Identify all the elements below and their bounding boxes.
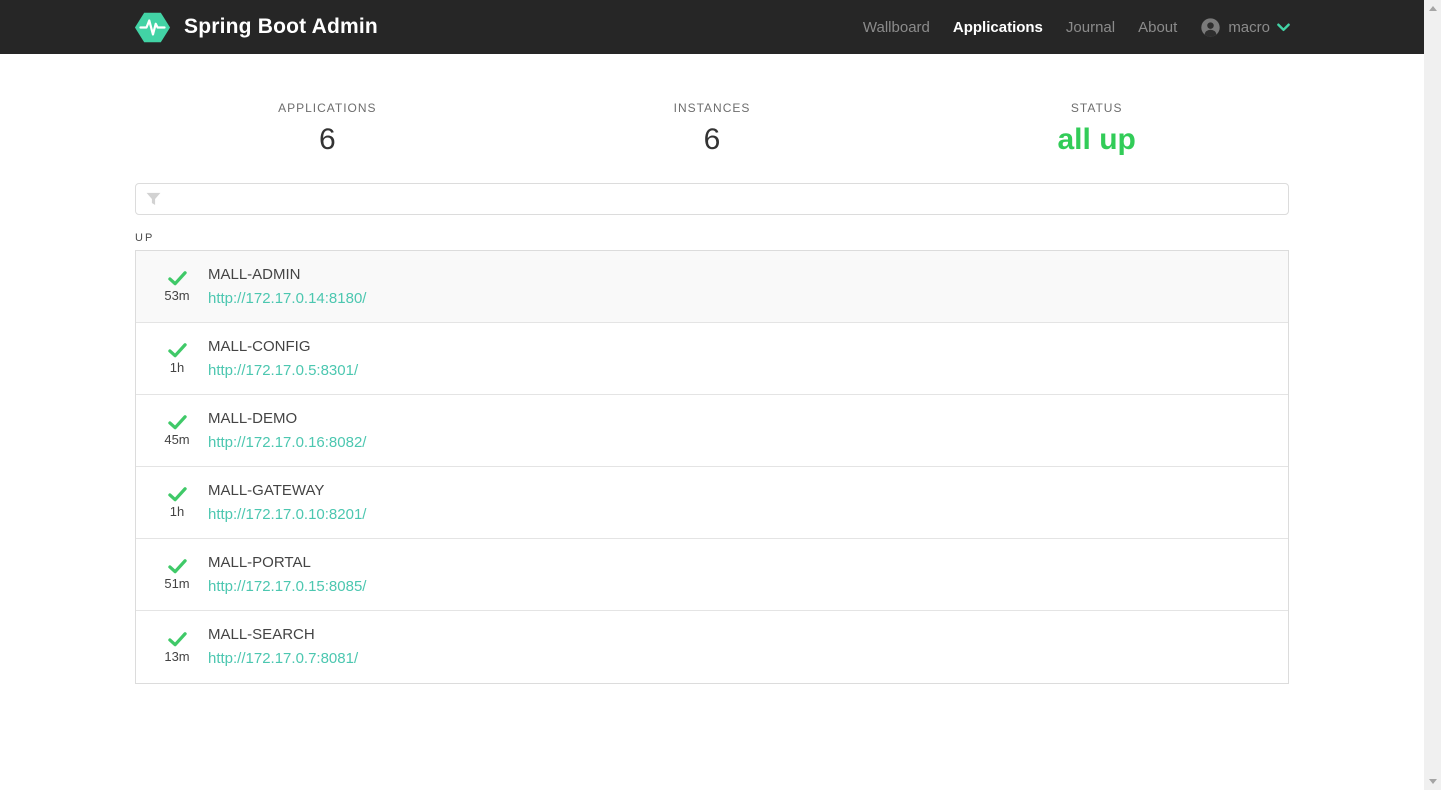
stat-instances-value: 6 [703, 123, 721, 156]
stat-applications-label: APPLICATIONS [278, 101, 377, 115]
row-main-cell: MALL-ADMIN http://172.17.0.14:8180/ [208, 263, 366, 311]
stat-applications-value: 6 [318, 123, 336, 156]
uptime-label: 51m [164, 576, 190, 591]
application-row-mall-demo[interactable]: 45m MALL-DEMO http://172.17.0.16:8082/ [136, 395, 1288, 467]
application-name: MALL-SEARCH [208, 626, 315, 643]
stat-status-value: all up [1057, 123, 1136, 156]
brand-title: Spring Boot Admin [184, 15, 378, 38]
stat-instances-label: INSTANCES [673, 101, 751, 115]
scrollbar-up-arrow-icon[interactable] [1424, 0, 1441, 17]
brand-link[interactable]: Spring Boot Admin [134, 11, 378, 44]
filter-box[interactable] [135, 183, 1289, 215]
row-main-cell: MALL-DEMO http://172.17.0.16:8082/ [208, 407, 366, 455]
application-row-mall-gateway[interactable]: 1h MALL-GATEWAY http://172.17.0.10:8201/ [136, 467, 1288, 539]
stat-instances: INSTANCES 6 [520, 101, 905, 156]
viewport: Spring Boot Admin Wallboard Applications… [0, 0, 1441, 790]
stat-status-label: STATUS [1070, 101, 1123, 115]
application-url-link[interactable]: http://172.17.0.16:8082/ [208, 431, 366, 455]
nav-menu: Wallboard Applications Journal About mac… [840, 17, 1290, 38]
row-main-cell: MALL-SEARCH http://172.17.0.7:8081/ [208, 623, 358, 671]
application-name: MALL-DEMO [208, 409, 298, 427]
uptime-label: 53m [164, 288, 190, 303]
application-row-mall-admin[interactable]: 53m MALL-ADMIN http://172.17.0.14:8180/ [136, 251, 1288, 323]
nav-item-wallboard[interactable]: Wallboard [863, 19, 930, 36]
status-up-check-icon [167, 342, 187, 358]
stat-applications: APPLICATIONS 6 [135, 101, 520, 156]
application-row-mall-config[interactable]: 1h MALL-CONFIG http://172.17.0.5:8301/ [136, 323, 1288, 395]
application-row-mall-portal[interactable]: 51m MALL-PORTAL http://172.17.0.15:8085/ [136, 539, 1288, 611]
main-content: APPLICATIONS 6 INSTANCES 6 STATUS all up [135, 54, 1289, 684]
scrollbar-down-arrow-icon[interactable] [1424, 773, 1441, 790]
status-up-check-icon [167, 486, 187, 502]
nav-item-about[interactable]: About [1138, 19, 1177, 36]
navbar: Spring Boot Admin Wallboard Applications… [0, 0, 1424, 54]
row-main-cell: MALL-CONFIG http://172.17.0.5:8301/ [208, 335, 358, 383]
application-name: MALL-CONFIG [208, 337, 311, 355]
row-status-cell: 1h [136, 342, 208, 375]
application-url-link[interactable]: http://172.17.0.10:8201/ [208, 503, 366, 527]
application-url-link[interactable]: http://172.17.0.5:8301/ [208, 359, 358, 383]
uptime-label: 1h [169, 504, 185, 519]
user-name: macro [1228, 18, 1270, 36]
status-up-check-icon [167, 631, 187, 647]
uptime-label: 45m [164, 432, 190, 447]
row-status-cell: 1h [136, 486, 208, 519]
group-label-up: UP [135, 232, 155, 244]
application-url-link[interactable]: http://172.17.0.7:8081/ [208, 647, 358, 671]
user-avatar-icon [1200, 17, 1221, 38]
row-status-cell: 45m [136, 414, 208, 447]
row-status-cell: 13m [136, 631, 208, 664]
row-status-cell: 51m [136, 558, 208, 591]
application-name: MALL-PORTAL [208, 553, 311, 571]
application-name: MALL-ADMIN [208, 265, 301, 283]
overview-stats: APPLICATIONS 6 INSTANCES 6 STATUS all up [135, 54, 1289, 156]
page: Spring Boot Admin Wallboard Applications… [0, 0, 1424, 790]
page-scrollbar[interactable] [1424, 0, 1441, 790]
uptime-label: 1h [169, 360, 185, 375]
status-up-check-icon [167, 558, 187, 574]
nav-item-journal[interactable]: Journal [1066, 19, 1115, 36]
chevron-down-icon [1277, 23, 1290, 32]
user-menu[interactable]: macro [1200, 17, 1290, 38]
application-list: 53m MALL-ADMIN http://172.17.0.14:8180/ … [135, 250, 1289, 684]
status-up-check-icon [167, 414, 187, 430]
application-name: MALL-GATEWAY [208, 481, 325, 499]
row-main-cell: MALL-GATEWAY http://172.17.0.10:8201/ [208, 479, 366, 527]
status-up-check-icon [167, 270, 187, 286]
nav-item-applications[interactable]: Applications [953, 19, 1043, 36]
filter-input[interactable] [170, 190, 1278, 208]
uptime-label: 13m [164, 648, 190, 664]
application-url-link[interactable]: http://172.17.0.14:8180/ [208, 287, 366, 311]
application-row-mall-search[interactable]: 13m MALL-SEARCH http://172.17.0.7:8081/ [136, 611, 1288, 683]
navbar-inner: Spring Boot Admin Wallboard Applications… [134, 0, 1290, 54]
spring-boot-admin-logo-icon [134, 11, 171, 44]
stat-status: STATUS all up [904, 101, 1289, 156]
row-status-cell: 53m [136, 270, 208, 303]
application-url-link[interactable]: http://172.17.0.15:8085/ [208, 575, 366, 599]
funnel-icon [146, 192, 161, 206]
row-main-cell: MALL-PORTAL http://172.17.0.15:8085/ [208, 551, 366, 599]
